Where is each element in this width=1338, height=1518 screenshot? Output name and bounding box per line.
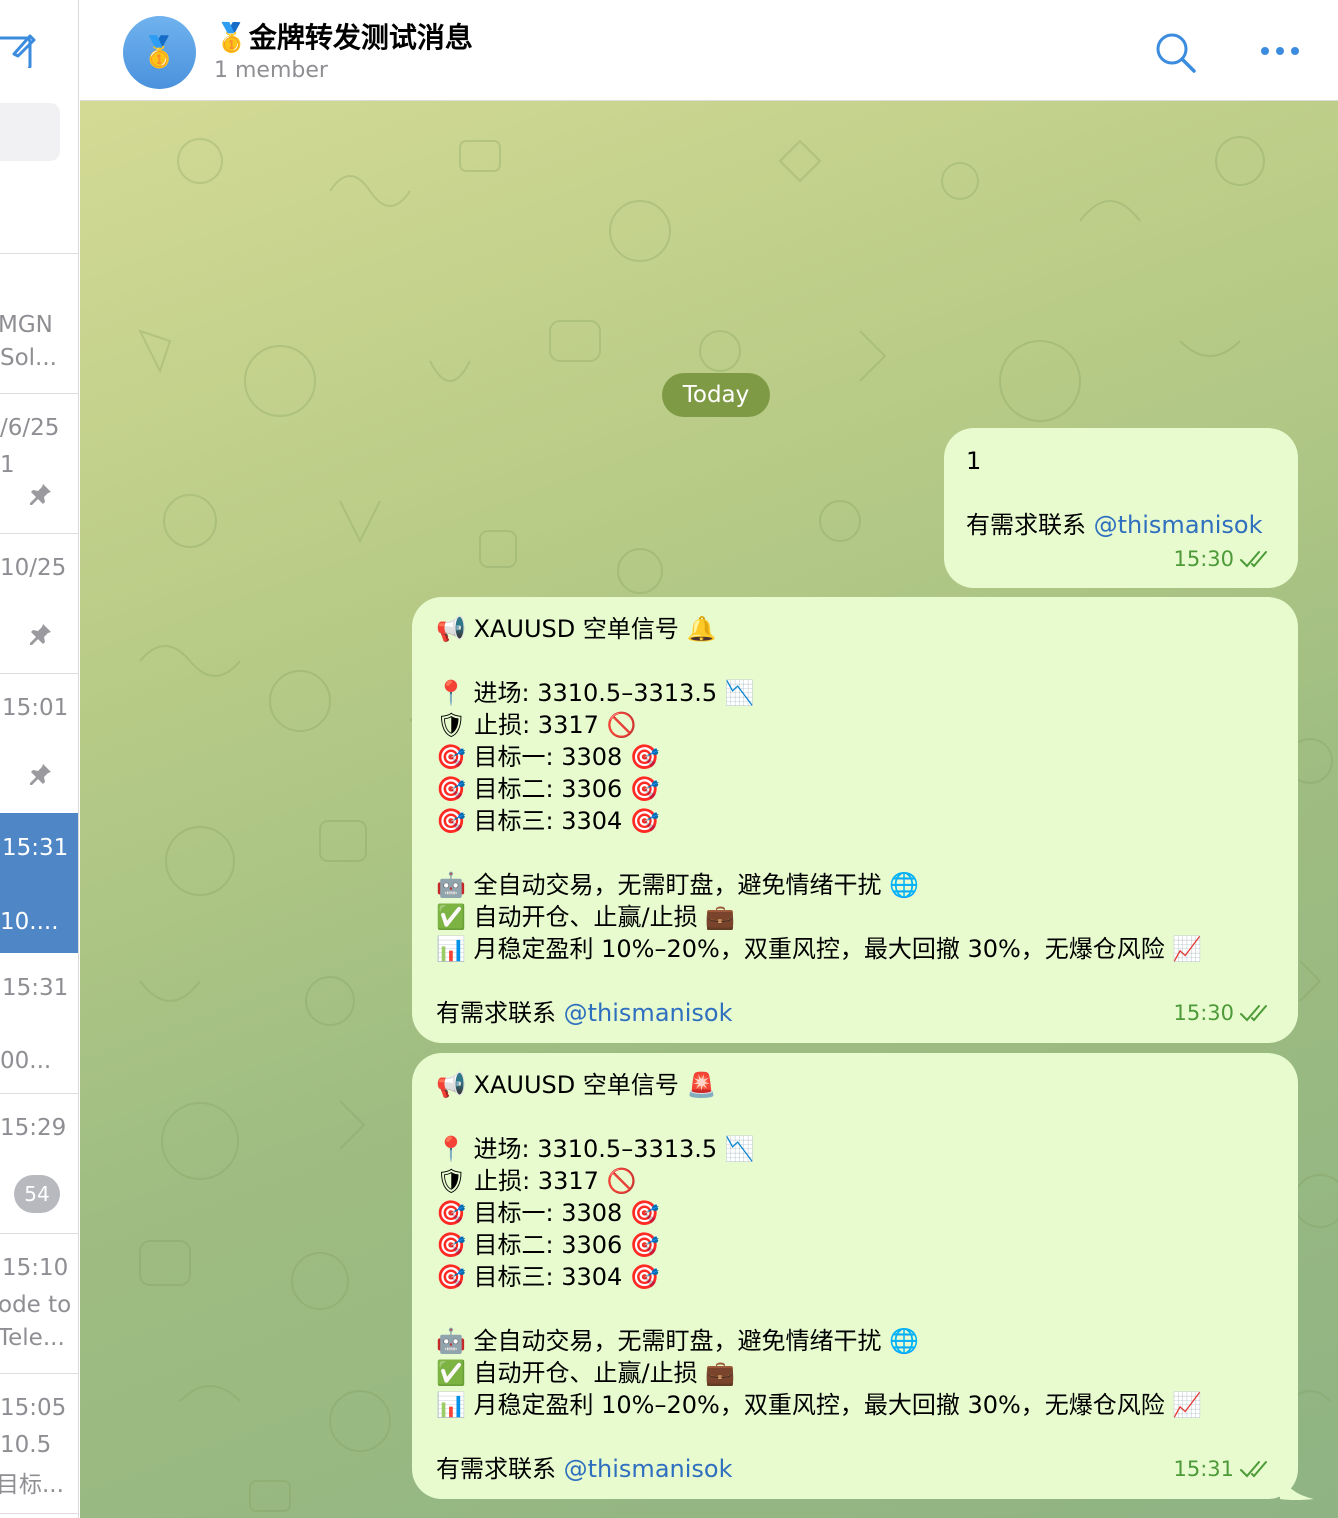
entry-line: 📍 进场: 3310.5–3313.5 📉	[436, 679, 755, 707]
chat-preview-line: ode to	[0, 1292, 72, 1318]
chat-list-item-active[interactable]: 15:31 10....	[0, 813, 78, 953]
member-count[interactable]: 1 member	[214, 58, 328, 83]
chat-preview-line: Tele...	[0, 1325, 65, 1351]
sidebar-search-field[interactable]	[0, 103, 60, 161]
feature-line: ✅ 自动开仓、止赢/止损 💼	[436, 1359, 736, 1387]
chat-preview-line: Sol...	[0, 345, 57, 371]
mention-link[interactable]: @thismanisok	[564, 999, 733, 1027]
feature-line: 📊 月稳定盈利 10%–20%，双重风控，最大回撤 30%，无爆仓风险 📈	[436, 1391, 1203, 1419]
feature-line: 🤖 全自动交易，无需盯盘，避免情绪干扰 🌐	[436, 871, 920, 899]
divider	[0, 1513, 78, 1514]
divider	[0, 1233, 78, 1234]
mention-link[interactable]: @thismanisok	[1094, 511, 1263, 539]
chat-time: 15:10	[2, 1255, 69, 1281]
chat-list-sidebar: MGN Sol... /6/25 1 10/25 15:01 15:31 10.…	[0, 0, 79, 1518]
date-divider: Today	[662, 373, 770, 417]
group-avatar[interactable]: 🥇	[123, 16, 196, 89]
target-line: 🎯 目标三: 3304 🎯	[436, 807, 660, 835]
divider	[0, 253, 78, 254]
double-check-icon	[1240, 1005, 1267, 1022]
chat-time: 15:05	[0, 1395, 67, 1421]
unread-badge: 54	[14, 1175, 60, 1213]
chat-preview-line: MGN	[0, 312, 53, 338]
divider	[0, 1093, 78, 1094]
chat-time: 15:31	[2, 975, 69, 1001]
contact-line: 有需求联系 @thismanisok	[436, 1455, 733, 1483]
message-text: 有需求联系 @thismanisok	[966, 511, 1263, 539]
pin-icon	[30, 484, 51, 505]
bubble-tail	[1280, 1471, 1314, 1500]
feature-line: ✅ 自动开仓、止赢/止损 💼	[436, 903, 736, 931]
search-icon[interactable]	[1154, 31, 1196, 73]
double-check-icon	[1240, 1461, 1267, 1478]
chat-preview-line: 00...	[0, 1048, 52, 1074]
target-line: 🎯 目标二: 3306 🎯	[436, 1231, 660, 1259]
chat-preview-line: 1	[0, 452, 15, 478]
target-line: 🎯 目标二: 3306 🎯	[436, 775, 660, 803]
feature-line: 📊 月稳定盈利 10%–20%，双重风控，最大回撤 30%，无爆仓风险 📈	[436, 935, 1203, 963]
more-icon[interactable]	[1258, 36, 1302, 66]
contact-line: 有需求联系 @thismanisok	[436, 999, 733, 1027]
entry-line: 📍 进场: 3310.5–3313.5 📉	[436, 1135, 755, 1163]
chat-messages-area[interactable]: Today 1 有需求联系 @thismanisok 15:30 📢 XAUUS…	[80, 101, 1338, 1518]
chat-header: 🥇 🥇金牌转发测试消息 1 member	[80, 0, 1338, 101]
message-time: 15:30	[1173, 547, 1234, 571]
message-time: 15:31	[1173, 1457, 1234, 1481]
message-bubble[interactable]: 1 有需求联系 @thismanisok 15:30	[944, 428, 1298, 588]
message-title: 📢 XAUUSD 空单信号 🚨	[436, 1071, 717, 1099]
compose-icon[interactable]	[0, 28, 40, 68]
target-line: 🎯 目标三: 3304 🎯	[436, 1263, 660, 1291]
message-bubble[interactable]: 📢 XAUUSD 空单信号 🚨 📍 进场: 3310.5–3313.5 📉 🛡 …	[412, 1053, 1298, 1499]
message-meta: 15:31	[1173, 1457, 1272, 1481]
chat-preview-line: 10....	[0, 909, 59, 935]
double-check-icon	[1240, 551, 1267, 568]
chat-title[interactable]: 🥇金牌转发测试消息	[214, 16, 473, 56]
chat-time: /6/25	[0, 415, 60, 441]
message-bubble[interactable]: 📢 XAUUSD 空单信号 🔔 📍 进场: 3310.5–3313.5 📉 🛡 …	[412, 597, 1298, 1043]
stop-loss-line: 🛡 止损: 3317 🚫	[436, 1167, 637, 1195]
mention-link[interactable]: @thismanisok	[564, 1455, 733, 1483]
chat-time: 15:31	[2, 835, 69, 861]
chat-preview-line: 10.5	[0, 1432, 52, 1458]
pin-icon	[30, 624, 51, 645]
stop-loss-line: 🛡 止损: 3317 🚫	[436, 711, 637, 739]
pin-icon	[30, 764, 51, 785]
message-meta: 15:30	[1173, 547, 1272, 571]
chat-time: 15:29	[0, 1115, 67, 1141]
target-line: 🎯 目标一: 3308 🎯	[436, 1199, 660, 1227]
divider	[0, 1373, 78, 1374]
target-line: 🎯 目标一: 3308 🎯	[436, 743, 660, 771]
message-title: 📢 XAUUSD 空单信号 🔔	[436, 615, 717, 643]
message-meta: 15:30	[1173, 1001, 1272, 1025]
message-text: 1	[966, 447, 982, 475]
feature-line: 🤖 全自动交易，无需盯盘，避免情绪干扰 🌐	[436, 1327, 920, 1355]
chat-time: 10/25	[0, 555, 67, 581]
medal-icon: 🥇	[140, 35, 179, 70]
divider	[0, 393, 78, 394]
chat-preview-line: 目标...	[0, 1472, 64, 1498]
divider	[0, 533, 78, 534]
message-time: 15:30	[1173, 1001, 1234, 1025]
divider	[0, 673, 78, 674]
chat-time: 15:01	[2, 695, 69, 721]
